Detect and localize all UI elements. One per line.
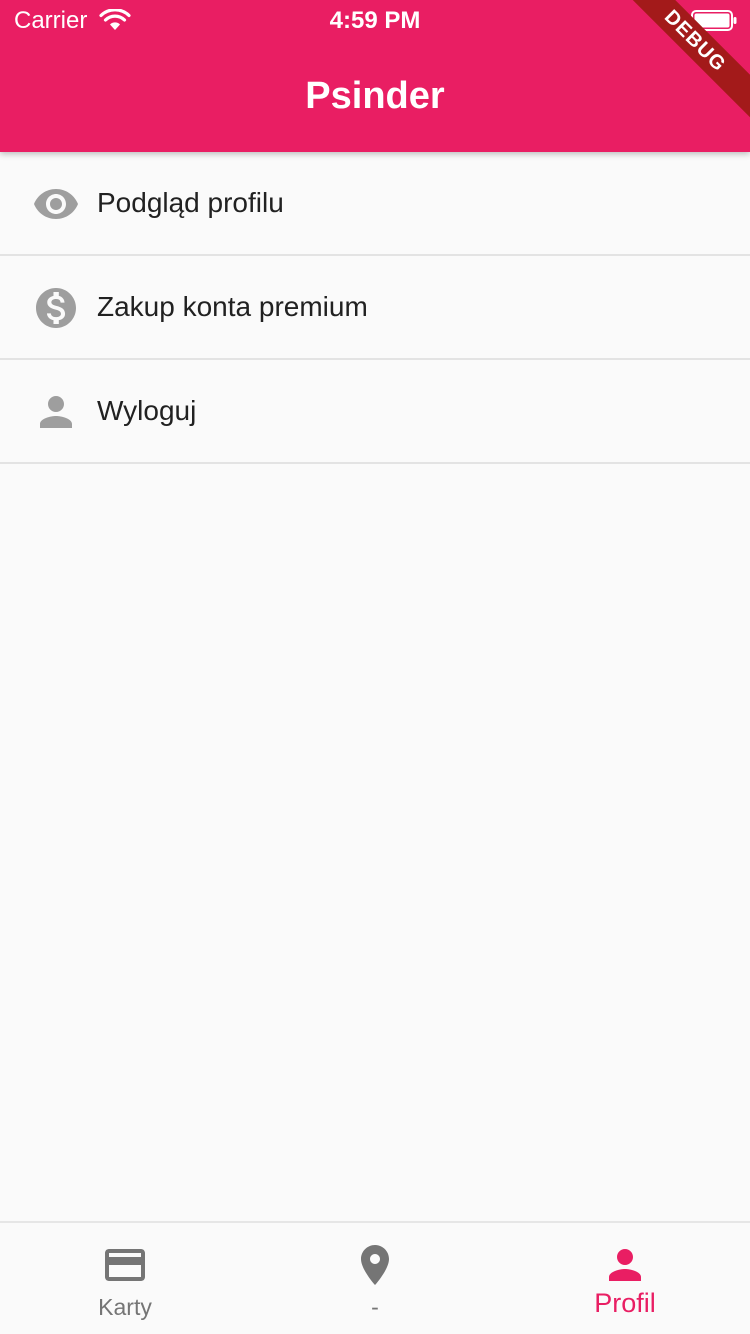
credit-card-icon	[105, 1249, 145, 1281]
menu-item-label: Zakup konta premium	[97, 291, 368, 322]
clock: 4:59 PM	[329, 7, 421, 34]
menu-item-buy-premium[interactable]: Zakup konta premium	[0, 256, 750, 360]
menu-item-profile-preview[interactable]: Podgląd profilu	[0, 152, 750, 256]
bottom-navigation: Karty - Profil	[0, 1221, 750, 1334]
person-icon	[40, 396, 72, 428]
menu-item-label: Podgląd profilu	[97, 187, 284, 218]
app-bar: Carrier 4:59 PM Psinder	[0, 0, 750, 152]
screen: Carrier 4:59 PM Psinder DEBUG Podgląd pr…	[0, 0, 750, 1334]
menu-item-label: Wyloguj	[97, 395, 197, 426]
dollar-circle-icon	[36, 288, 76, 328]
nav-item-location[interactable]: -	[250, 1223, 500, 1334]
nav-item-label: -	[371, 1294, 379, 1320]
nav-item-label: Karty	[98, 1294, 152, 1320]
eye-icon	[34, 189, 78, 219]
location-pin-icon	[361, 1245, 389, 1285]
page-title: Psinder	[305, 75, 445, 117]
person-icon	[609, 1249, 641, 1281]
menu-item-logout[interactable]: Wyloguj	[0, 360, 750, 464]
status-bar: Carrier 4:59 PM	[0, 0, 750, 40]
nav-item-karty[interactable]: Karty	[0, 1223, 250, 1334]
nav-item-profil[interactable]: Profil	[500, 1223, 750, 1334]
profile-menu: Podgląd profilu Zakup konta premium Wylo…	[0, 152, 750, 464]
nav-item-label: Profil	[594, 1288, 656, 1318]
